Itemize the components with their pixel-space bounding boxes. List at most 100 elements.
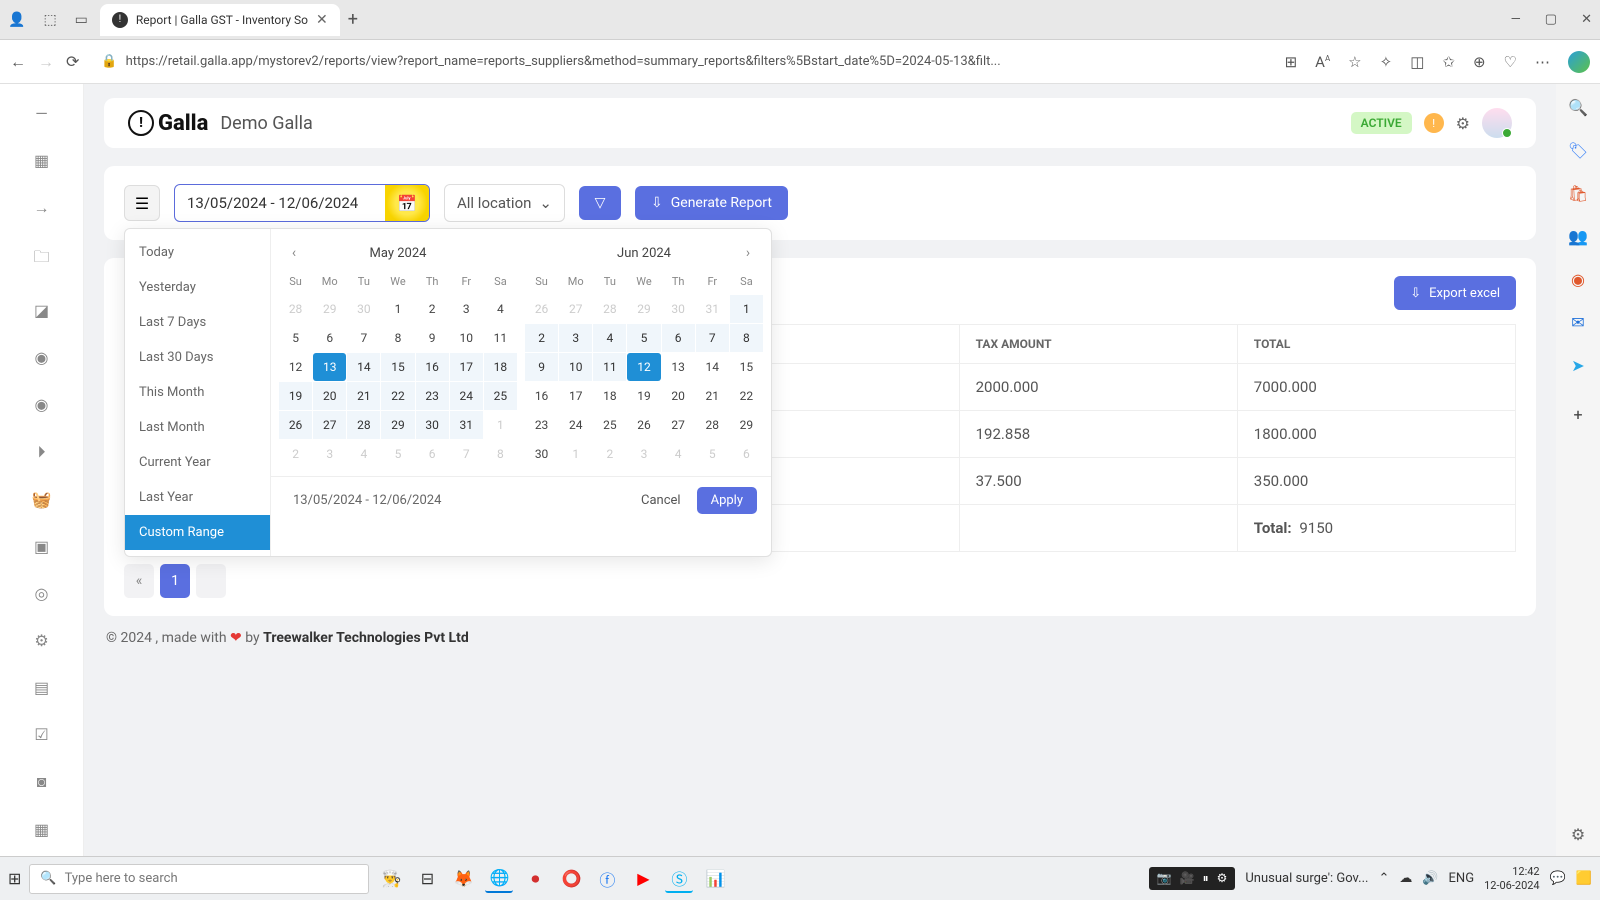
misc-app-icon[interactable]: 📊	[701, 865, 729, 893]
calendar-day[interactable]: 19	[627, 382, 660, 410]
page-current[interactable]: 1	[160, 564, 190, 598]
calendar-day[interactable]: 4	[484, 295, 517, 323]
apply-button[interactable]: Apply	[697, 487, 757, 514]
profile-icon[interactable]: 👤	[8, 12, 25, 28]
calendar-day[interactable]: 14	[347, 353, 380, 381]
calendar-day[interactable]: 21	[347, 382, 380, 410]
text-size-icon[interactable]: AA	[1315, 53, 1330, 71]
page-next[interactable]	[196, 564, 226, 598]
preset-last-30-days[interactable]: Last 30 Days	[125, 340, 270, 375]
calendar-day[interactable]: 30	[416, 411, 449, 439]
calendar-day[interactable]: 20	[313, 382, 346, 410]
calendar-day[interactable]: 9	[525, 353, 558, 381]
close-window-icon[interactable]: ✕	[1581, 12, 1592, 27]
calendar-day[interactable]: 22	[730, 382, 763, 410]
preset-yesterday[interactable]: Yesterday	[125, 270, 270, 305]
date-range-field[interactable]: 📅	[174, 184, 430, 222]
calendar-day[interactable]: 12	[279, 353, 312, 381]
blue-tag-icon[interactable]: 🏷	[1568, 141, 1588, 160]
calendar-day[interactable]: 27	[313, 411, 346, 439]
preset-last-month[interactable]: Last Month	[125, 410, 270, 445]
refresh-button[interactable]: ⟳	[66, 52, 79, 71]
calendar-day[interactable]: 23	[416, 382, 449, 410]
calendar-day[interactable]: 22	[381, 382, 414, 410]
start-button[interactable]: ⊞	[8, 869, 21, 888]
calendar-day[interactable]: 17	[450, 353, 483, 381]
extensions-icon[interactable]: ✧	[1380, 53, 1393, 71]
preset-current-year[interactable]: Current Year	[125, 445, 270, 480]
calendar-day[interactable]: 21	[696, 382, 729, 410]
calendar-day[interactable]: 16	[416, 353, 449, 381]
calendar-day[interactable]: 5	[279, 324, 312, 352]
preset-last-7-days[interactable]: Last 7 Days	[125, 305, 270, 340]
calendar-day[interactable]: 8	[381, 324, 414, 352]
facebook-icon[interactable]: ⓕ	[593, 865, 621, 893]
calendar-day[interactable]: 3	[559, 324, 592, 352]
preset-this-month[interactable]: This Month	[125, 375, 270, 410]
calendar-day[interactable]: 11	[593, 353, 626, 381]
user-icon[interactable]: ◉	[35, 348, 49, 367]
cancel-button[interactable]: Cancel	[641, 493, 681, 508]
split-screen-icon[interactable]: ◫	[1410, 53, 1424, 71]
next-month-button[interactable]: ›	[739, 245, 757, 261]
favorites-bar-icon[interactable]: ✩	[1442, 53, 1455, 71]
back-button[interactable]: ←	[10, 52, 26, 72]
check-icon[interactable]: ☑	[34, 725, 48, 744]
cloud-icon[interactable]: ☁	[1399, 871, 1412, 886]
calendar-day[interactable]: 31	[450, 411, 483, 439]
taskbar-search[interactable]: 🔍 Type here to search	[29, 864, 369, 894]
app-chef-icon[interactable]: 👨‍🍳	[377, 865, 405, 893]
chart-icon[interactable]: ▤	[34, 678, 49, 697]
generate-report-button[interactable]: ⇩ Generate Report	[635, 186, 788, 220]
edge-icon[interactable]: 🌐	[485, 865, 513, 893]
calendar-day[interactable]: 26	[279, 411, 312, 439]
office-icon[interactable]: ◉	[1571, 270, 1585, 289]
calendar-day[interactable]: 9	[416, 324, 449, 352]
calendar-day[interactable]: 5	[627, 324, 660, 352]
calendar-day[interactable]: 27	[662, 411, 695, 439]
preset-last-year[interactable]: Last Year	[125, 480, 270, 515]
maximize-icon[interactable]: ▢	[1545, 12, 1557, 27]
calendar-day[interactable]: 2	[525, 324, 558, 352]
calendar-day[interactable]: 23	[525, 411, 558, 439]
preset-today[interactable]: Today	[125, 235, 270, 270]
skype-icon[interactable]: Ⓢ	[665, 865, 693, 893]
collapse-icon[interactable]: —	[35, 104, 48, 123]
copilot-icon[interactable]	[1568, 51, 1590, 73]
browser-tab[interactable]: ! Report | Galla GST - Inventory So ✕	[100, 4, 340, 36]
language-indicator[interactable]: ENG	[1449, 871, 1475, 886]
dashboard-icon[interactable]: ▦	[34, 151, 49, 170]
calendar-day[interactable]: 6	[662, 324, 695, 352]
location-select[interactable]: All location ⌄	[444, 184, 565, 222]
pin-icon[interactable]: ◎	[35, 584, 49, 603]
calendar-day[interactable]: 10	[450, 324, 483, 352]
chrome-icon[interactable]: ⭕	[557, 865, 585, 893]
calendar-day[interactable]: 25	[484, 382, 517, 410]
record-icon[interactable]: ⏺	[521, 865, 549, 893]
calendar-day[interactable]: 8	[730, 324, 763, 352]
prev-month-button[interactable]: ‹	[285, 245, 303, 261]
new-tab-button[interactable]: +	[348, 9, 358, 30]
calendar-day[interactable]: 29	[730, 411, 763, 439]
calendar-day[interactable]: 13	[662, 353, 695, 381]
browser-essentials-icon[interactable]: ♡	[1504, 53, 1517, 71]
tray-chevron-icon[interactable]: ⌃	[1378, 871, 1389, 886]
calendar-day[interactable]: 7	[696, 324, 729, 352]
camera-icon[interactable]: ◙	[37, 772, 47, 792]
search-icon[interactable]: 🔍	[1568, 98, 1588, 117]
calendar-day[interactable]: 28	[347, 411, 380, 439]
settings-gear-icon[interactable]: ⚙	[1456, 114, 1470, 133]
minimize-icon[interactable]: —	[1511, 12, 1521, 27]
notification-badge[interactable]: !	[1424, 113, 1444, 133]
tab-actions-icon[interactable]: ▭	[75, 12, 88, 28]
telegram-icon[interactable]: ➤	[1571, 356, 1584, 375]
arrow-right-icon[interactable]: →	[34, 198, 50, 218]
calendar-day[interactable]: 30	[525, 440, 558, 468]
calendar-day[interactable]: 20	[662, 382, 695, 410]
calendar-day[interactable]: 4	[593, 324, 626, 352]
calendar-day[interactable]: 10	[559, 353, 592, 381]
news-widget[interactable]: Unusual surge': Gov...	[1245, 871, 1368, 886]
url-field[interactable]: 🔒 https://retail.galla.app/mystorev2/rep…	[91, 54, 1272, 69]
system-clock[interactable]: 12:42 12-06-2024	[1484, 865, 1540, 891]
tray-accessory-icon[interactable]: 🟨	[1576, 871, 1592, 886]
